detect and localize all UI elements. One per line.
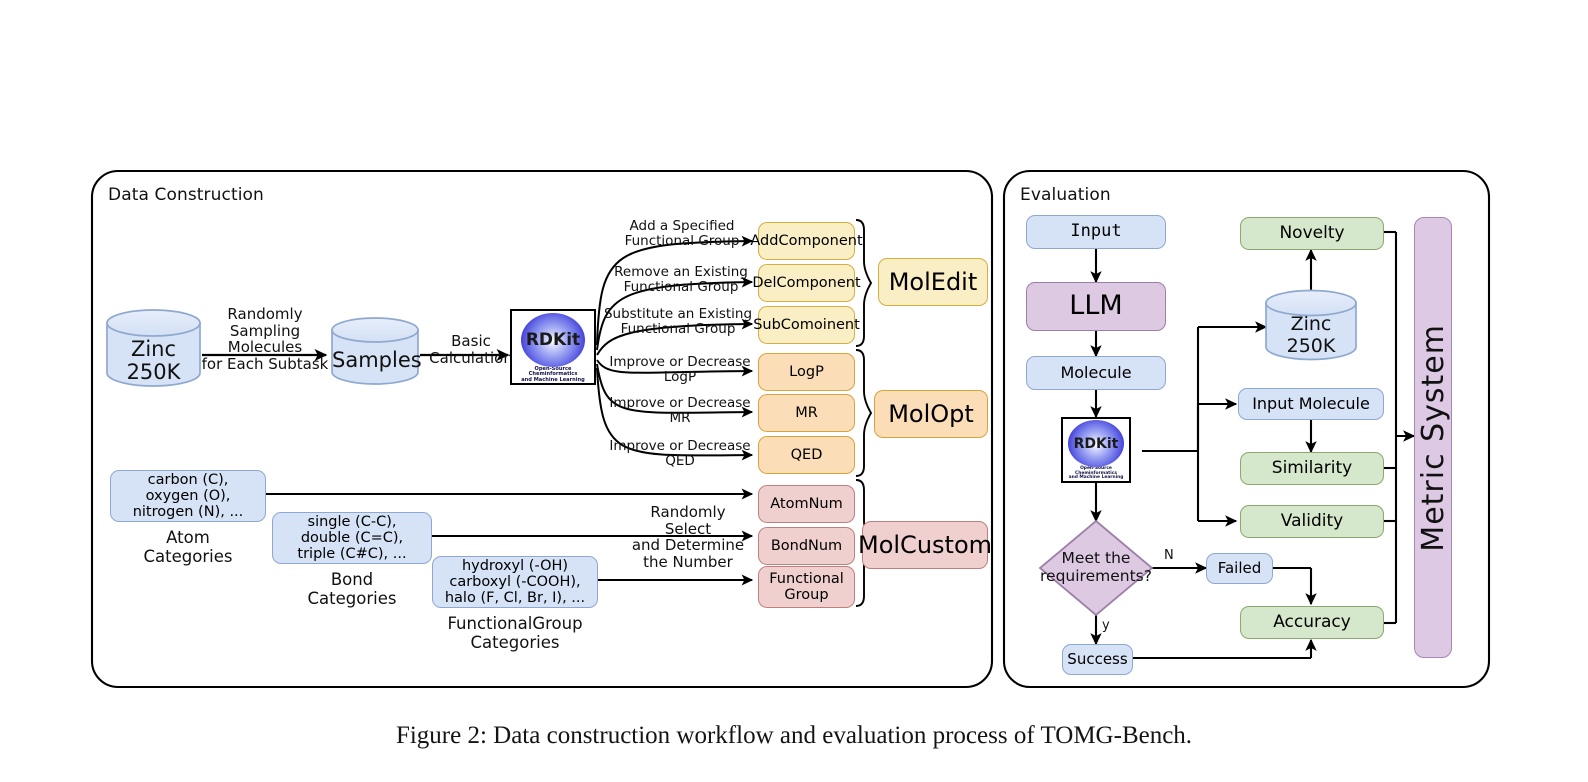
task-box-bondnum[interactable]: BondNum bbox=[758, 527, 855, 565]
branch-label-logp: Improve or Decrease LogP bbox=[609, 354, 751, 385]
zinc-label-line2: 250K bbox=[126, 360, 181, 384]
metric-system-label: Metric System bbox=[1415, 323, 1451, 552]
eval-box-llm[interactable]: LLM bbox=[1026, 282, 1166, 331]
metric-box-accuracy[interactable]: Accuracy bbox=[1240, 606, 1384, 639]
group-box-molcustom[interactable]: MolCustom bbox=[858, 521, 992, 569]
branch-label-qed: Improve or Decrease QED bbox=[609, 438, 751, 469]
zinc-250k-eval-label-group: Zinc 250K bbox=[1266, 312, 1356, 364]
branch-label-add: Add a Specified Functional Group bbox=[624, 218, 740, 249]
eval-decision-node[interactable]: Meet the requirements? bbox=[1040, 521, 1152, 615]
rdkit-logo-eval-name: RDKit bbox=[1073, 435, 1119, 452]
task-box-qed[interactable]: QED bbox=[758, 436, 855, 474]
task-box-logp[interactable]: LogP bbox=[758, 353, 855, 391]
zinc-eval-label-line2: 250K bbox=[1286, 335, 1336, 357]
edge-label-randomly-sampling: Randomly Sampling Molecules for Each Sub… bbox=[201, 305, 329, 373]
eval-box-input-molecule[interactable]: Input Molecule bbox=[1238, 388, 1384, 420]
category-caption-bond: Bond Categories bbox=[307, 570, 397, 609]
rdkit-eval-subtitle-line2: and Machine Learning bbox=[1068, 475, 1124, 481]
rdkit-logo-name: RDKit bbox=[525, 329, 581, 350]
decision-branch-label-no: N bbox=[1164, 548, 1174, 563]
metric-system-bar[interactable]: Metric System bbox=[1414, 217, 1452, 658]
panel-title-evaluation: Evaluation bbox=[1020, 185, 1111, 205]
eval-box-failed[interactable]: Failed bbox=[1206, 553, 1273, 584]
eval-box-input[interactable]: Input bbox=[1026, 215, 1166, 249]
branch-label-remove: Remove an Existing Functional Group bbox=[614, 264, 748, 295]
category-caption-atom: Atom Categories bbox=[143, 528, 233, 567]
task-box-functional-group[interactable]: Functional Group bbox=[758, 566, 855, 608]
arrow-success-to-accuracy bbox=[1133, 638, 1317, 660]
eval-box-molecule[interactable]: Molecule bbox=[1026, 356, 1166, 390]
rdkit-logo-icon: RDKit Open-Source Cheminformatics and Ma… bbox=[510, 309, 596, 385]
metric-box-validity[interactable]: Validity bbox=[1240, 505, 1384, 538]
task-box-addcomponent[interactable]: AddComponent bbox=[750, 222, 863, 260]
branch-label-mr: Improve or Decrease MR bbox=[609, 395, 751, 426]
zinc-label-line1: Zinc bbox=[130, 337, 177, 361]
panel-title-data-construction: Data Construction bbox=[108, 185, 264, 205]
category-box-functionalgroup[interactable]: hydroxyl (-OH) carboxyl (-COOH), halo (F… bbox=[432, 556, 598, 608]
zinc-250k-label-group: Zinc 250K bbox=[107, 330, 200, 386]
eval-box-success[interactable]: Success bbox=[1062, 644, 1133, 675]
decision-branch-label-yes: y bbox=[1102, 618, 1110, 633]
category-box-bond[interactable]: single (C-C), double (C=C), triple (C#C)… bbox=[272, 512, 432, 564]
figure-canvas: Data Construction Evaluation Zinc 250K S… bbox=[0, 0, 1588, 782]
task-box-delcomponent[interactable]: DelComponent bbox=[752, 264, 861, 302]
category-box-atom[interactable]: carbon (C), oxygen (O), nitrogen (N), ..… bbox=[110, 470, 266, 522]
edge-label-randomly-select: Randomly Select and Determine the Number bbox=[631, 503, 745, 571]
samples-label: Samples bbox=[332, 348, 422, 372]
eval-decision-label: Meet the requirements? bbox=[1040, 549, 1152, 585]
zinc-eval-label-line1: Zinc bbox=[1290, 313, 1332, 335]
branch-label-substitute: Substitute an Existing Functional Group bbox=[603, 306, 753, 337]
figure-caption: Figure 2: Data construction workflow and… bbox=[395, 722, 1193, 749]
edge-label-basic-calculation: Basic Calculation bbox=[429, 332, 513, 367]
samples-label-group: Samples bbox=[332, 348, 422, 377]
task-box-subcomoinent[interactable]: SubComoinent bbox=[753, 306, 860, 344]
rdkit-subtitle-line2: and Machine Learning bbox=[521, 376, 585, 383]
category-caption-functionalgroup: FunctionalGroup Categories bbox=[447, 614, 583, 653]
metrics-to-metricsystem-bus bbox=[1384, 230, 1416, 625]
group-box-moledit[interactable]: MolEdit bbox=[878, 258, 988, 306]
group-box-molopt[interactable]: MolOpt bbox=[874, 390, 988, 438]
metric-box-similarity[interactable]: Similarity bbox=[1240, 452, 1384, 485]
arrow-failed-to-accuracy bbox=[1273, 566, 1317, 606]
task-box-mr[interactable]: MR bbox=[758, 394, 855, 432]
brace-molopt bbox=[855, 349, 873, 477]
rdkit-logo-eval-icon: RDKit Open-Source Cheminformatics and Ma… bbox=[1061, 417, 1131, 483]
task-box-atomnum[interactable]: AtomNum bbox=[758, 485, 855, 523]
metric-box-novelty[interactable]: Novelty bbox=[1240, 217, 1384, 250]
